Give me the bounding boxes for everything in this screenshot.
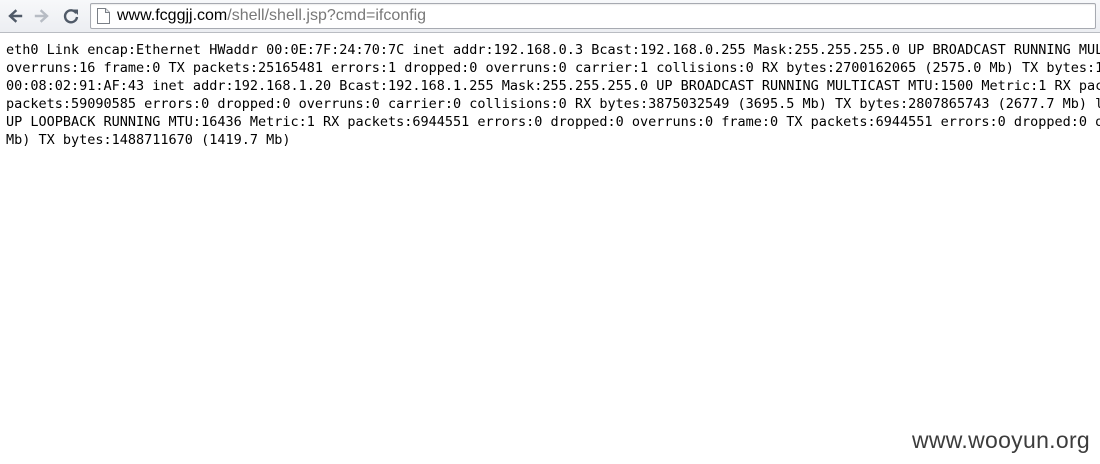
output-line: packets:59090585 errors:0 dropped:0 over… <box>6 96 1100 112</box>
url-text[interactable]: www.fcggjj.com/shell/shell.jsp?cmd=ifcon… <box>117 7 426 25</box>
output-line: 00:08:02:91:AF:43 inet addr:192.168.1.20… <box>6 78 1100 94</box>
command-output: eth0 Link encap:Ethernet HWaddr 00:0E:7F… <box>6 41 1100 171</box>
browser-toolbar: www.fcggjj.com/shell/shell.jsp?cmd=ifcon… <box>0 0 1100 33</box>
forward-button[interactable] <box>31 5 53 27</box>
arrow-left-icon <box>8 9 23 23</box>
reload-button[interactable] <box>60 5 82 27</box>
url-host: www.fcggjj.com <box>117 7 228 24</box>
address-bar[interactable]: www.fcggjj.com/shell/shell.jsp?cmd=ifcon… <box>90 3 1096 29</box>
output-line: overruns:16 frame:0 TX packets:25165481 … <box>6 60 1100 76</box>
url-path: /shell/shell.jsp?cmd=ifconfig <box>227 7 427 24</box>
output-line: UP LOOPBACK RUNNING MTU:16436 Metric:1 R… <box>6 114 1100 130</box>
reload-icon <box>63 9 79 24</box>
page-icon <box>97 8 110 24</box>
arrow-right-icon <box>34 9 49 23</box>
watermark: www.wooyun.org <box>911 427 1090 453</box>
back-button[interactable] <box>4 5 26 27</box>
output-line: Mb) TX bytes:1488711670 (1419.7 Mb) <box>6 132 291 148</box>
output-line: eth0 Link encap:Ethernet HWaddr 00:0E:7F… <box>6 42 1100 58</box>
